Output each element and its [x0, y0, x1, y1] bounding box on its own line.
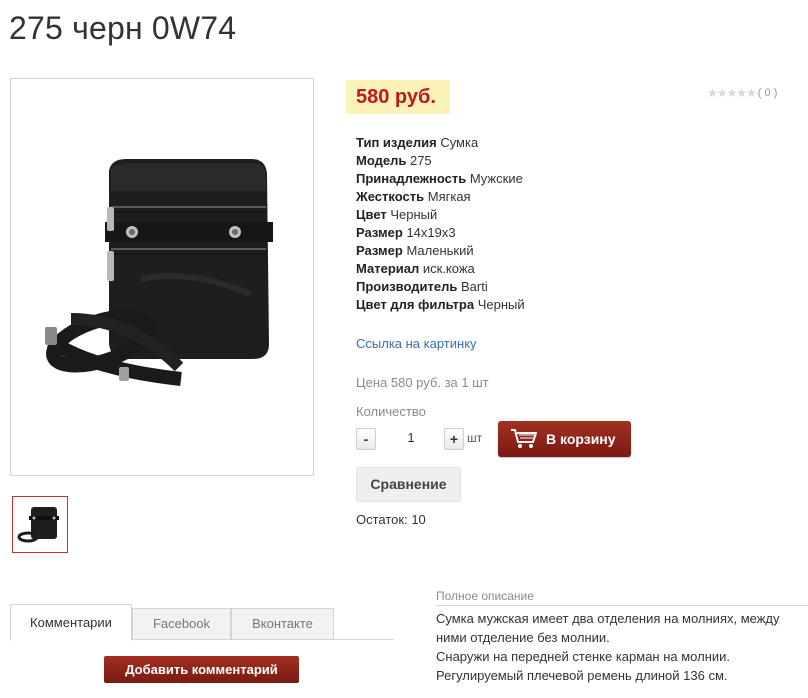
description-line: Снаружи на передней стенке карман на мол…	[436, 649, 731, 664]
tab-facebook[interactable]: Facebook	[132, 608, 231, 640]
property-row: Материал иск.кожа	[356, 260, 525, 278]
compare-button[interactable]: Сравнение	[356, 467, 461, 502]
rating-stars-icon[interactable]: ★★★★★	[707, 86, 757, 100]
quantity-decrease-button[interactable]: -	[356, 428, 376, 450]
image-link[interactable]: Ссылка на картинку	[356, 336, 477, 351]
bag-thumbnail-image	[17, 507, 59, 543]
property-row: Тип изделия Сумка	[356, 134, 525, 152]
property-label: Принадлежность	[356, 171, 467, 186]
property-value: 275	[409, 153, 432, 168]
product-rating[interactable]: ★★★★★ ( 0 )	[707, 86, 777, 100]
quantity-input[interactable]: 1	[396, 430, 426, 445]
property-value: Черный	[477, 297, 525, 312]
product-main-image[interactable]	[10, 78, 314, 476]
property-label: Размер	[356, 243, 403, 258]
property-value: иск.кожа	[422, 261, 475, 276]
tab-vkontakte[interactable]: Вконтакте	[231, 608, 334, 640]
property-row: Размер Маленький	[356, 242, 525, 260]
property-row: Принадлежность Мужские	[356, 170, 525, 188]
property-row: Производитель Barti	[356, 278, 525, 296]
add-comment-button[interactable]: Добавить комментарий	[104, 656, 299, 683]
property-value: Маленький	[406, 243, 474, 258]
description-text: Сумка мужская имеет два отделения на мол…	[436, 605, 808, 685]
property-value: Мужские	[469, 171, 523, 186]
property-label: Производитель	[356, 279, 458, 294]
property-label: Тип изделия	[356, 135, 437, 150]
quantity-label: Количество	[356, 404, 426, 419]
description-title: Полное описание	[436, 589, 534, 603]
property-row: Цвет для фильтра Черный	[356, 296, 525, 314]
stock-text: Остаток: 10	[356, 512, 426, 527]
rating-count: ( 0 )	[757, 87, 778, 99]
property-label: Размер	[356, 225, 403, 240]
property-value: Мягкая	[427, 189, 471, 204]
description-line: Регулируемый плечевой ремень длиной 136 …	[436, 668, 728, 683]
product-thumbnail[interactable]	[12, 496, 68, 553]
product-title: 275 черн 0W74	[9, 10, 237, 46]
property-label: Цвет для фильтра	[356, 297, 475, 312]
tab-comments[interactable]: Комментарии	[10, 604, 132, 641]
property-row: Модель 275	[356, 152, 525, 170]
product-properties: Тип изделия Сумка Модель 275 Принадлежно…	[356, 134, 525, 314]
property-label: Модель	[356, 153, 407, 168]
property-row: Цвет Черный	[356, 206, 525, 224]
property-row: Жесткость Мягкая	[356, 188, 525, 206]
add-to-cart-button[interactable]: В корзину	[498, 421, 631, 457]
property-label: Цвет	[356, 207, 387, 222]
property-value: 14x19x3	[406, 225, 456, 240]
property-value: Barti	[460, 279, 488, 294]
property-label: Материал	[356, 261, 420, 276]
property-value: Черный	[390, 207, 438, 222]
property-row: Размер 14x19x3	[356, 224, 525, 242]
description-line: Сумка мужская имеет два отделения на мол…	[436, 611, 780, 645]
comments-tabs: Комментарии Facebook Вконтакте	[10, 604, 394, 641]
shopping-cart-icon	[511, 429, 537, 448]
quantity-increase-button[interactable]: +	[444, 428, 464, 450]
property-value: Сумка	[440, 135, 479, 150]
quantity-unit: шт	[467, 431, 483, 445]
product-price: 580 руб.	[346, 80, 450, 114]
add-to-cart-label: В корзину	[546, 431, 616, 447]
bag-image	[45, 159, 273, 386]
property-label: Жесткость	[356, 189, 425, 204]
unit-price-text: Цена 580 руб. за 1 шт	[356, 375, 489, 390]
